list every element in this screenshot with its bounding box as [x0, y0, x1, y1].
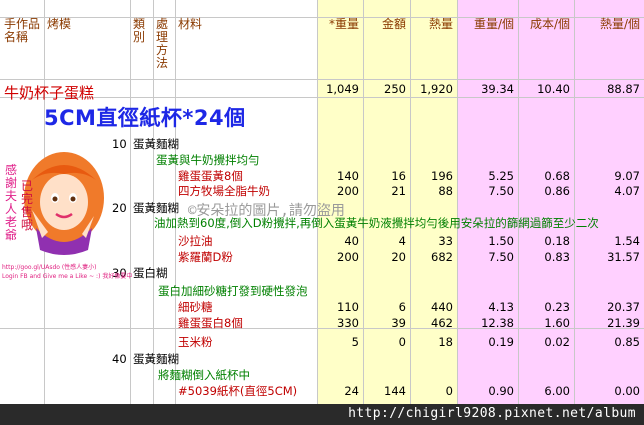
cell-weight-each[interactable]: 1.50	[457, 234, 514, 248]
cell-calories[interactable]: 682	[410, 250, 453, 264]
header-calories-each[interactable]: 熱量/個	[574, 18, 640, 31]
cell-calories-each[interactable]: 4.07	[574, 184, 640, 198]
cell-cost-each[interactable]: 0.68	[518, 169, 570, 183]
cell-amount[interactable]: 21	[363, 184, 406, 198]
cell-weight-each[interactable]: 4.13	[457, 300, 514, 314]
grid-line	[0, 79, 644, 80]
product-name[interactable]: 牛奶杯子蛋糕	[4, 82, 94, 103]
cell-amount[interactable]: 144	[363, 384, 406, 398]
header-mold[interactable]: 烤模	[47, 18, 71, 31]
sticker-caption-2: Login FB and Give me a Like ~ :) 我好像要中	[2, 273, 133, 280]
step-label[interactable]: 蛋黃麵糊	[133, 137, 179, 151]
cell-weight[interactable]: 24	[317, 384, 359, 398]
step-label[interactable]: 蛋白糊	[133, 266, 168, 280]
method-note[interactable]: 蛋白加細砂糖打發到硬性發泡	[158, 284, 308, 298]
sticker-caption: http://goo.gl/UAsdo (性感人妻小)	[2, 264, 97, 271]
grid-line	[0, 97, 644, 98]
cell-calories[interactable]: 462	[410, 316, 453, 330]
cell-calories-each[interactable]: 1.54	[574, 234, 640, 248]
cell-weight[interactable]: 40	[317, 234, 359, 248]
cell-amount[interactable]: 20	[363, 250, 406, 264]
cell-weight-each[interactable]: 7.50	[457, 250, 514, 264]
step-code[interactable]: 40	[112, 352, 127, 366]
cell-cost-each[interactable]: 6.00	[518, 384, 570, 398]
ingredient-name[interactable]: 紫羅蘭D粉	[178, 250, 233, 264]
header-cost-each[interactable]: 成本/個	[518, 18, 570, 31]
total-weight[interactable]: 1,049	[317, 82, 359, 96]
total-calories-each[interactable]: 88.87	[574, 82, 640, 96]
method-note[interactable]: 蛋黃與牛奶攪拌均勻	[156, 153, 260, 167]
ingredient-name[interactable]: 四方牧場全脂牛奶	[178, 184, 270, 198]
cell-calories-each[interactable]: 0.85	[574, 335, 640, 349]
cell-weight-each[interactable]: 12.38	[457, 316, 514, 330]
grid-line	[130, 0, 131, 404]
ingredient-name[interactable]: 沙拉油	[178, 234, 213, 248]
cell-weight[interactable]: 5	[317, 335, 359, 349]
step-label[interactable]: 蛋黃麵糊	[133, 352, 179, 366]
cell-weight[interactable]: 140	[317, 169, 359, 183]
sticker-left-text: 感謝夫人老爺	[4, 163, 17, 242]
header-weight[interactable]: *重量	[317, 18, 359, 31]
method-note[interactable]: 將麵糊倒入紙杯中	[158, 368, 250, 382]
cell-weight[interactable]: 200	[317, 250, 359, 264]
header-material[interactable]: 材料	[178, 18, 202, 31]
cell-amount[interactable]: 39	[363, 316, 406, 330]
total-amount[interactable]: 250	[363, 82, 406, 96]
total-cost-each[interactable]: 10.40	[518, 82, 570, 96]
cell-cost-each[interactable]: 0.83	[518, 250, 570, 264]
ingredient-name[interactable]: 雞蛋蛋白8個	[178, 316, 243, 330]
header-calories[interactable]: 熱量	[410, 18, 453, 31]
cell-cost-each[interactable]: 0.02	[518, 335, 570, 349]
total-calories[interactable]: 1,920	[410, 82, 453, 96]
header-amount[interactable]: 金額	[363, 18, 406, 31]
cell-weight-each[interactable]: 7.50	[457, 184, 514, 198]
watermark: ©安朵拉的圖片,請勿盜用	[188, 203, 345, 219]
cell-calories[interactable]: 440	[410, 300, 453, 314]
step-label[interactable]: 蛋黃麵糊	[133, 201, 179, 215]
cell-cost-each[interactable]: 0.23	[518, 300, 570, 314]
cell-calories-each[interactable]: 31.57	[574, 250, 640, 264]
cell-calories-each[interactable]: 20.37	[574, 300, 640, 314]
sticker-right-text: 已完售哦	[20, 179, 33, 232]
cell-weight-each[interactable]: 0.90	[457, 384, 514, 398]
cell-amount[interactable]: 6	[363, 300, 406, 314]
cell-weight[interactable]: 330	[317, 316, 359, 330]
cell-calories-each[interactable]: 21.39	[574, 316, 640, 330]
ingredient-name[interactable]: 玉米粉	[178, 335, 213, 349]
total-weight-each[interactable]: 39.34	[457, 82, 514, 96]
cell-calories-each[interactable]: 0.00	[574, 384, 640, 398]
cell-amount[interactable]: 0	[363, 335, 406, 349]
cell-calories[interactable]: 33	[410, 234, 453, 248]
footer-url[interactable]: http://chigirl9208.pixnet.net/album	[348, 406, 636, 421]
header-method[interactable]: 處理方法	[156, 18, 170, 70]
cell-calories[interactable]: 18	[410, 335, 453, 349]
cell-calories[interactable]: 0	[410, 384, 453, 398]
cell-calories-each[interactable]: 9.07	[574, 169, 640, 183]
cell-calories[interactable]: 88	[410, 184, 453, 198]
ingredient-name[interactable]: #5039紙杯(直徑5CM)	[178, 384, 297, 398]
cell-cost-each[interactable]: 0.18	[518, 234, 570, 248]
ingredient-name[interactable]: 細砂糖	[178, 300, 213, 314]
author-sticker: 感謝夫人老爺 已完售哦 http://goo.gl/UAsdo (性感人妻小) …	[2, 140, 132, 280]
cell-amount[interactable]: 16	[363, 169, 406, 183]
header-category[interactable]: 類別	[133, 18, 147, 44]
ingredient-name[interactable]: 雞蛋蛋黃8個	[178, 169, 243, 183]
spreadsheet: 手作品名稱 烤模 類別 處理方法 材料 *重量 金額 熱量 重量/個 成本/個 …	[0, 0, 644, 425]
cell-amount[interactable]: 4	[363, 234, 406, 248]
cell-weight-each[interactable]: 5.25	[457, 169, 514, 183]
header-weight-each[interactable]: 重量/個	[457, 18, 514, 31]
cell-weight[interactable]: 110	[317, 300, 359, 314]
mold-description[interactable]: 5CM直徑紙杯*24個	[44, 102, 246, 132]
cell-cost-each[interactable]: 0.86	[518, 184, 570, 198]
header-name[interactable]: 手作品名稱	[4, 18, 40, 44]
footer-bar: http://chigirl9208.pixnet.net/album	[0, 404, 644, 425]
cell-calories[interactable]: 196	[410, 169, 453, 183]
cell-cost-each[interactable]: 1.60	[518, 316, 570, 330]
cell-weight[interactable]: 200	[317, 184, 359, 198]
cell-weight-each[interactable]: 0.19	[457, 335, 514, 349]
